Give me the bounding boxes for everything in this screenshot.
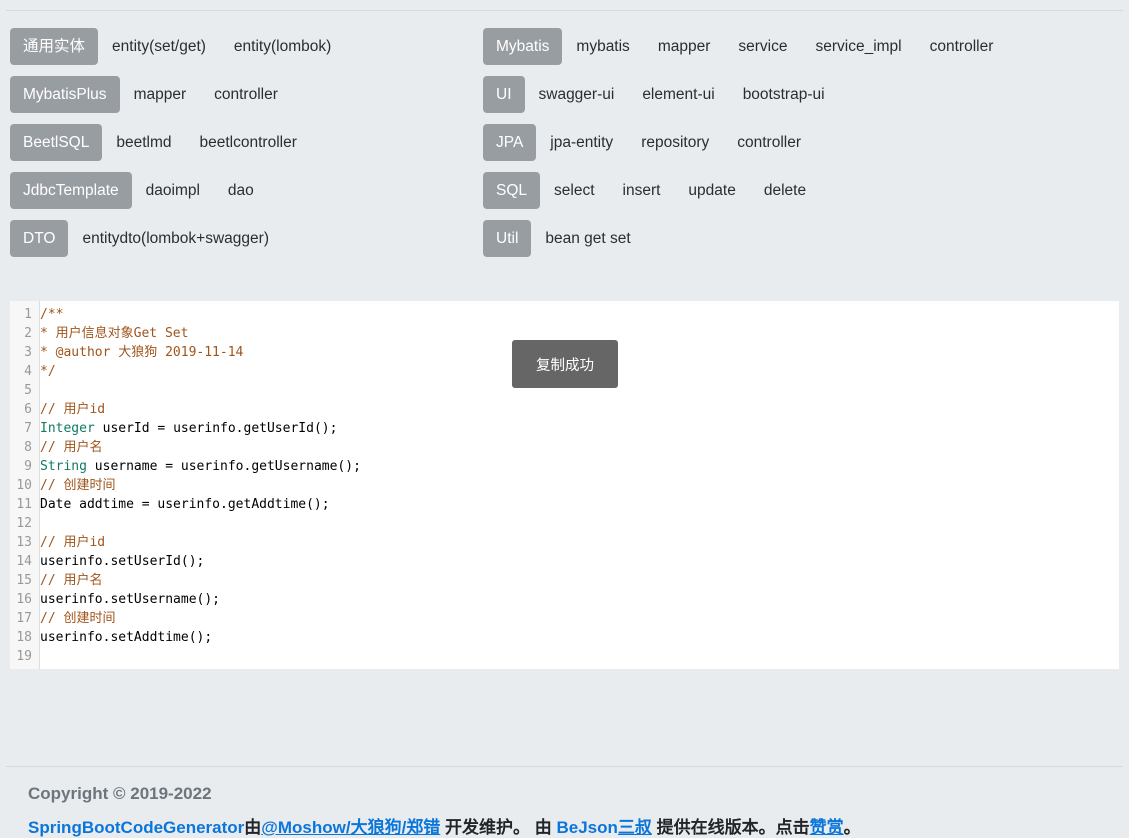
line-number: 2 (10, 324, 40, 343)
line-number: 11 (10, 495, 40, 514)
gen-link-daoimpl[interactable]: daoimpl (146, 182, 200, 200)
gen-link-sql-select[interactable]: select (554, 182, 595, 200)
generator-panel: 通用实体 entity(set/get) entity(lombok) Myba… (0, 11, 1129, 268)
copy-success-toast-label: 复制成功 (536, 354, 594, 375)
panel-column-left: 通用实体 entity(set/get) entity(lombok) Myba… (10, 28, 483, 268)
category-button-jdbctemplate[interactable]: JdbcTemplate (10, 172, 132, 209)
row-beetlsql: BeetlSQL beetlmd beetlcontroller (10, 124, 483, 161)
code-line: 13// 用户id (10, 533, 1119, 552)
category-button-mybatisplus[interactable]: MybatisPlus (10, 76, 120, 113)
gen-link-beetlcontroller[interactable]: beetlcontroller (200, 134, 297, 152)
copy-success-toast: 复制成功 (512, 340, 618, 388)
gen-link-swagger-ui[interactable]: swagger-ui (539, 86, 615, 104)
category-button-beetlsql[interactable]: BeetlSQL (10, 124, 102, 161)
line-number: 9 (10, 457, 40, 476)
category-button-jpa[interactable]: JPA (483, 124, 536, 161)
line-number: 8 (10, 438, 40, 457)
gen-link-mybatis-controller[interactable]: controller (930, 38, 994, 56)
gen-link-jpa-controller[interactable]: controller (737, 134, 801, 152)
gen-link-bootstrap-ui[interactable]: bootstrap-ui (743, 86, 825, 104)
footer-text: 开发维护。 由 (440, 818, 556, 837)
line-number: 14 (10, 552, 40, 571)
line-number: 13 (10, 533, 40, 552)
code-line: 18userinfo.setAddtime(); (10, 628, 1119, 647)
code-line: 1/** (10, 305, 1119, 324)
gen-link-entity-lombok[interactable]: entity(lombok) (234, 38, 331, 56)
line-number: 7 (10, 419, 40, 438)
line-number: 15 (10, 571, 40, 590)
gen-link-beetlmd[interactable]: beetlmd (116, 134, 171, 152)
row-sql: SQL select insert update delete (483, 172, 1119, 209)
code-line: 16userinfo.setUsername(); (10, 590, 1119, 609)
category-button-dto[interactable]: DTO (10, 220, 68, 257)
category-button-ui[interactable]: UI (483, 76, 525, 113)
footer-text: 。 (844, 818, 861, 837)
gen-link-element-ui[interactable]: element-ui (642, 86, 714, 104)
gen-link-jpa-entity[interactable]: jpa-entity (550, 134, 613, 152)
gen-link-bean-get-set[interactable]: bean get set (545, 230, 630, 248)
line-number: 10 (10, 476, 40, 495)
line-number: 16 (10, 590, 40, 609)
row-util: Util bean get set (483, 220, 1119, 257)
code-line: 17// 创建时间 (10, 609, 1119, 628)
panel-column-right: Mybatis mybatis mapper service service_i… (483, 28, 1119, 268)
code-line: 15// 用户名 (10, 571, 1119, 590)
gen-link-mybatis-service-impl[interactable]: service_impl (815, 38, 901, 56)
category-button-mybatis[interactable]: Mybatis (483, 28, 562, 65)
code-line: 19 (10, 647, 1119, 666)
category-button-sql[interactable]: SQL (483, 172, 540, 209)
gen-link-jpa-repository[interactable]: repository (641, 134, 709, 152)
gen-link-mybatis[interactable]: mybatis (576, 38, 629, 56)
row-ui: UI swagger-ui element-ui bootstrap-ui (483, 76, 1119, 113)
gen-link-mybatisplus-mapper[interactable]: mapper (134, 86, 187, 104)
row-jpa: JPA jpa-entity repository controller (483, 124, 1119, 161)
gen-link-entity-set-get[interactable]: entity(set/get) (112, 38, 206, 56)
code-line: 8// 用户名 (10, 438, 1119, 457)
sanshu-link[interactable]: 三叔 (618, 818, 652, 837)
code-line: 7Integer userId = userinfo.getUserId(); (10, 419, 1119, 438)
line-number: 17 (10, 609, 40, 628)
maintainer-link[interactable]: @Moshow/大狼狗/郑错 (261, 818, 440, 837)
row-mybatis: Mybatis mybatis mapper service service_i… (483, 28, 1119, 65)
line-number: 12 (10, 514, 40, 533)
code-line: 12 (10, 514, 1119, 533)
code-line: 9String username = userinfo.getUsername(… (10, 457, 1119, 476)
line-number: 5 (10, 381, 40, 400)
code-line: 6// 用户id (10, 400, 1119, 419)
line-number: 6 (10, 400, 40, 419)
line-number: 18 (10, 628, 40, 647)
code-line: 14userinfo.setUserId(); (10, 552, 1119, 571)
row-common-entity: 通用实体 entity(set/get) entity(lombok) (10, 28, 483, 65)
copyright-text: Copyright © 2019-2022 (28, 784, 1101, 804)
gen-link-mybatisplus-controller[interactable]: controller (214, 86, 278, 104)
gen-link-sql-delete[interactable]: delete (764, 182, 806, 200)
gen-link-mybatis-mapper[interactable]: mapper (658, 38, 711, 56)
gen-link-dao[interactable]: dao (228, 182, 254, 200)
code-line: 11Date addtime = userinfo.getAddtime(); (10, 495, 1119, 514)
brand-link[interactable]: SpringBootCodeGenerator (28, 818, 244, 837)
category-button-common-entity[interactable]: 通用实体 (10, 28, 98, 65)
gen-link-mybatis-service[interactable]: service (738, 38, 787, 56)
footer-text: 由 (244, 818, 261, 837)
category-button-util[interactable]: Util (483, 220, 531, 257)
code-line: 10// 创建时间 (10, 476, 1119, 495)
gen-link-entitydto[interactable]: entitydto(lombok+swagger) (82, 230, 269, 248)
footer-text: 提供在线版本。点击 (652, 818, 810, 837)
row-mybatisplus: MybatisPlus mapper controller (10, 76, 483, 113)
gen-link-sql-insert[interactable]: insert (623, 182, 661, 200)
bejson-link[interactable]: BeJson (556, 818, 617, 837)
donate-link[interactable]: 赞赏 (810, 818, 844, 837)
line-number: 4 (10, 362, 40, 381)
line-number: 19 (10, 647, 40, 666)
line-number: 1 (10, 305, 40, 324)
footer-credits: SpringBootCodeGenerator由@Moshow/大狼狗/郑错 开… (28, 813, 1101, 838)
gen-link-sql-update[interactable]: update (688, 182, 735, 200)
line-number: 3 (10, 343, 40, 362)
footer: Copyright © 2019-2022 SpringBootCodeGene… (0, 767, 1129, 838)
row-jdbctemplate: JdbcTemplate daoimpl dao (10, 172, 483, 209)
row-dto: DTO entitydto(lombok+swagger) (10, 220, 483, 257)
